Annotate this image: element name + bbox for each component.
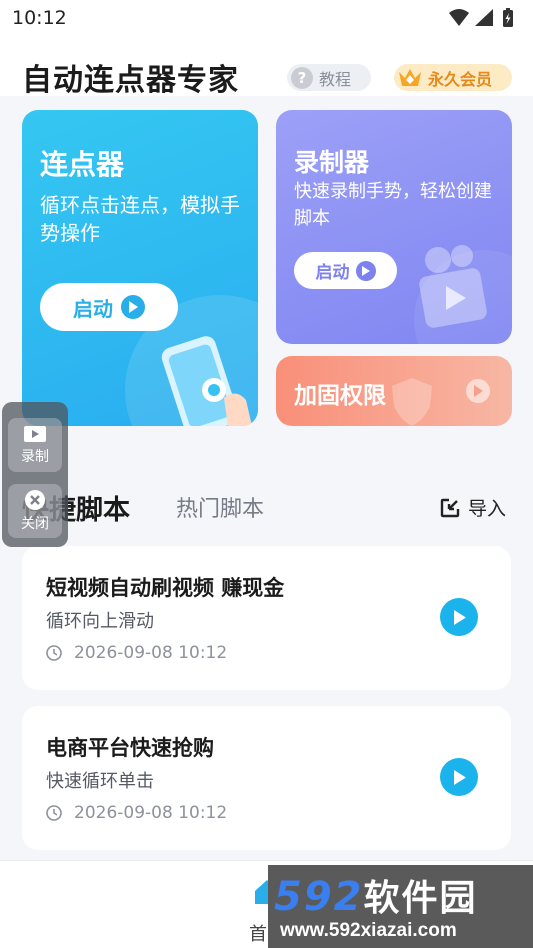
script-play-button[interactable] (440, 598, 478, 636)
tab-hot-scripts[interactable]: 热门脚本 (176, 491, 264, 523)
import-button[interactable]: 导入 (440, 494, 506, 521)
status-bar: 10:12 (0, 0, 533, 36)
play-icon (453, 769, 466, 785)
script-time-row: 2026-09-08 10:12 (46, 643, 227, 663)
shield-icon (392, 378, 432, 426)
float-close-label: 关闭 (21, 516, 49, 532)
permission-card[interactable]: 加固权限 (276, 356, 512, 426)
clock-icon (46, 645, 62, 661)
tutorial-label: 教程 (319, 69, 352, 89)
play-icon (355, 260, 376, 281)
float-record-label: 录制 (21, 449, 49, 465)
clicker-desc: 循环点击连点，模拟手势操作 (40, 193, 240, 245)
import-icon (440, 498, 460, 517)
play-icon (466, 379, 490, 403)
script-time: 2026-09-08 10:12 (74, 803, 228, 823)
question-icon: ? (291, 66, 313, 89)
nav-home-label[interactable]: 首 (249, 920, 267, 946)
recorder-title: 录制器 (294, 148, 370, 177)
floating-control-panel[interactable]: 录制 关闭 (2, 402, 68, 547)
recorder-start-label: 启动 (315, 263, 350, 283)
script-title: 短视频自动刷视频 赚现金 (46, 576, 285, 600)
clicker-title: 连点器 (40, 148, 125, 181)
script-time: 2026-09-08 10:12 (74, 643, 228, 663)
play-icon (121, 295, 145, 319)
watermark-digits: 592 (274, 874, 364, 920)
close-icon (25, 490, 45, 510)
video-record-icon (24, 426, 46, 442)
watermark-brand: 592软件园 (274, 869, 478, 921)
recorder-card[interactable]: 录制器 快速录制手势，轻松创建脚本 启动 (276, 110, 512, 344)
recorder-start-button[interactable]: 启动 (294, 252, 397, 289)
watermark-cn: 软件园 (363, 878, 478, 919)
recorder-desc: 快速录制手势，轻松创建脚本 (294, 181, 492, 229)
crown-icon (399, 68, 421, 86)
watermark-url: www.592xiazai.com (280, 920, 457, 941)
signal-icon (475, 9, 493, 26)
import-label: 导入 (468, 498, 507, 520)
app-title: 自动连点器专家 (22, 63, 239, 98)
battery-icon (503, 8, 513, 27)
script-item[interactable]: 电商平台快速抢购 快速循环单击 2026-09-08 10:12 (22, 706, 511, 850)
wifi-icon (449, 9, 469, 26)
script-time-row: 2026-09-08 10:12 (46, 803, 227, 823)
script-play-button[interactable] (440, 758, 478, 796)
status-icons (447, 7, 519, 29)
clock-icon (46, 805, 62, 821)
script-title: 电商平台快速抢购 (46, 736, 214, 760)
vip-label: 永久会员 (428, 69, 493, 89)
script-desc: 循环向上滑动 (46, 611, 154, 632)
clicker-start-button[interactable]: 启动 (40, 283, 178, 331)
clicker-card[interactable]: 连点器 循环点击连点，模拟手势操作 启动 (22, 110, 258, 426)
status-time: 10:12 (12, 7, 67, 29)
script-desc: 快速循环单击 (46, 771, 154, 792)
float-close-button[interactable]: 关闭 (8, 484, 62, 538)
watermark: 592软件园 www.592xiazai.com (268, 865, 533, 948)
camera-illustration (414, 245, 512, 344)
clicker-start-label: 启动 (73, 296, 113, 321)
vip-button[interactable]: 永久会员 (394, 64, 512, 91)
tutorial-button[interactable]: ? 教程 (287, 64, 371, 91)
play-icon (453, 609, 466, 625)
script-item[interactable]: 短视频自动刷视频 赚现金 循环向上滑动 2026-09-08 10:12 (22, 546, 511, 690)
float-record-button[interactable]: 录制 (8, 418, 62, 472)
permission-title: 加固权限 (294, 383, 386, 409)
